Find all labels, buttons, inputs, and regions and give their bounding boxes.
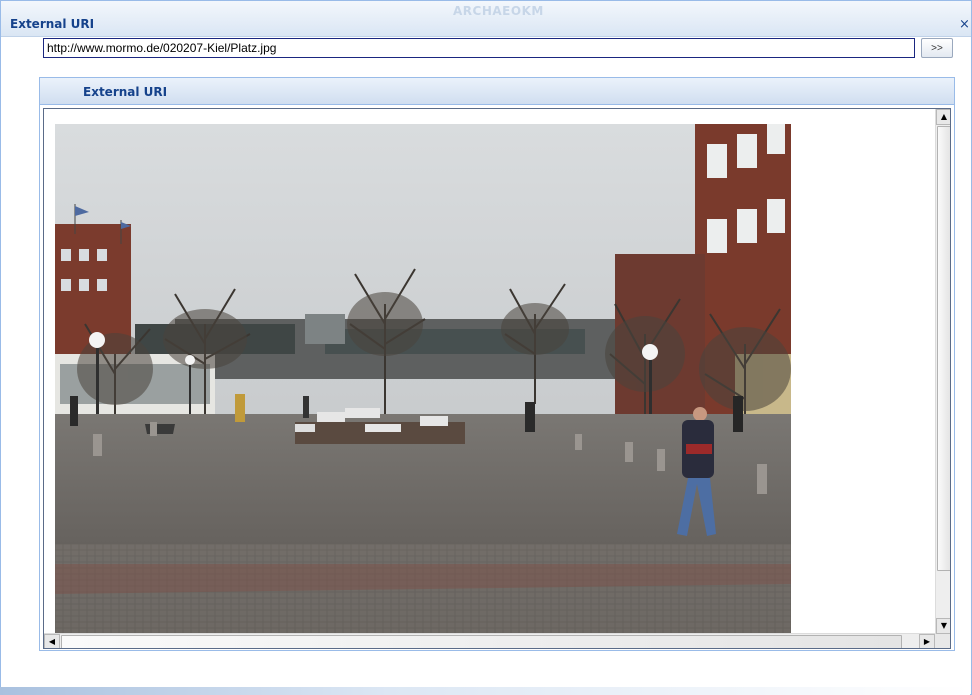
panel-title: External URI [83, 85, 168, 99]
url-input[interactable] [43, 38, 915, 58]
image-viewport: ▲ ▼ ◀ ▶ [43, 108, 951, 649]
external-uri-window: ARCHAEOKM External URI × >> External URI [0, 0, 972, 695]
scroll-left-icon[interactable]: ◀ [44, 634, 60, 648]
window-titlebar[interactable]: ARCHAEOKM External URI × [1, 1, 971, 37]
scrollbar-corner [935, 634, 950, 648]
window-title: External URI [10, 17, 95, 31]
scroll-right-icon[interactable]: ▶ [919, 634, 935, 648]
scroll-up-icon[interactable]: ▲ [936, 109, 950, 125]
horizontal-scroll-thumb[interactable] [61, 635, 902, 648]
external-uri-panel: External URI ▲ ▼ ◀ ▶ [39, 77, 955, 651]
panel-header: External URI [40, 78, 954, 105]
street-photo [55, 124, 791, 634]
horizontal-scrollbar[interactable]: ◀ ▶ [44, 633, 935, 648]
watermark-text: ARCHAEOKM [453, 4, 544, 18]
scroll-down-icon[interactable]: ▼ [936, 618, 950, 634]
background-strip [0, 687, 970, 695]
close-icon[interactable]: × [959, 17, 970, 32]
external-image [55, 124, 791, 634]
vertical-scrollbar[interactable]: ▲ ▼ [935, 109, 950, 634]
vertical-scroll-thumb[interactable] [937, 126, 950, 571]
go-button[interactable]: >> [921, 38, 953, 58]
